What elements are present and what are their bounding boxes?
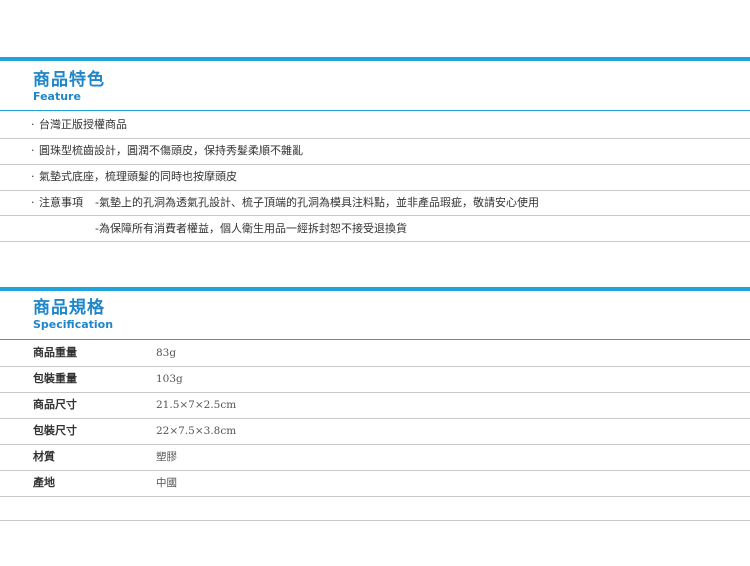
row-divider xyxy=(0,496,750,497)
feature-item: · 圓珠型梳齒設計，圓潤不傷頭皮，保持秀髮柔順不雜亂 xyxy=(0,138,750,164)
spec-value: 22×7.5×3.8cm xyxy=(156,425,237,437)
bullet-icon: · xyxy=(31,118,35,131)
section-bottom-divider xyxy=(0,520,750,521)
feature-top-bar xyxy=(0,57,750,61)
spec-label: 包裝重量 xyxy=(33,372,77,385)
spec-top-bar xyxy=(0,287,750,291)
bullet-icon: · xyxy=(31,170,35,183)
spec-row: 包裝重量 103g xyxy=(0,366,750,392)
bullet-icon: · xyxy=(31,144,35,157)
spec-value: 21.5×7×2.5cm xyxy=(156,399,237,411)
spec-header: 商品規格 Specification xyxy=(33,298,113,332)
feature-subtitle: Feature xyxy=(33,90,81,103)
bullet-icon: · xyxy=(31,196,35,209)
feature-item-text: 台灣正版授權商品 xyxy=(39,118,127,131)
spec-label: 材質 xyxy=(33,450,55,463)
spec-row: 商品重量 83g xyxy=(0,340,750,366)
spec-label: 商品尺寸 xyxy=(33,398,77,411)
spec-label: 商品重量 xyxy=(33,346,77,359)
feature-note-row: · 注意事項 -氣墊上的孔洞為透氣孔設計、梳子頂端的孔洞為模具注料點，並非產品瑕… xyxy=(0,190,750,216)
feature-note-row: -為保障所有消費者權益，個人衛生用品一經拆封恕不接受退換貨 xyxy=(0,216,750,242)
feature-item-text: 氣墊式底座，梳理頭髮的同時也按摩頭皮 xyxy=(39,170,237,183)
feature-item-text: 圓珠型梳齒設計，圓潤不傷頭皮，保持秀髮柔順不雜亂 xyxy=(39,144,303,157)
spec-label: 產地 xyxy=(33,476,55,489)
feature-header: 商品特色 Feature xyxy=(33,70,105,104)
spec-row: 包裝尺寸 22×7.5×3.8cm xyxy=(0,418,750,444)
spec-subtitle: Specification xyxy=(33,318,114,331)
spec-row: 商品尺寸 21.5×7×2.5cm xyxy=(0,392,750,418)
feature-item: · 台灣正版授權商品 xyxy=(0,112,750,138)
spec-value: 83g xyxy=(156,347,177,359)
note-text: -為保障所有消費者權益，個人衛生用品一經拆封恕不接受退換貨 xyxy=(95,222,407,235)
feature-title: 商品特色 xyxy=(33,70,105,90)
spec-row: 產地 中國 xyxy=(0,470,750,496)
spec-value: 中國 xyxy=(156,477,177,489)
note-text: -氣墊上的孔洞為透氣孔設計、梳子頂端的孔洞為模具注料點，並非產品瑕疵，敬請安心使… xyxy=(95,196,539,209)
note-label: 注意事項 xyxy=(39,196,83,209)
row-divider xyxy=(0,241,750,242)
spec-row: 材質 塑膠 xyxy=(0,444,750,470)
spec-value: 塑膠 xyxy=(156,451,177,463)
spec-title: 商品規格 xyxy=(33,298,105,318)
feature-item: · 氣墊式底座，梳理頭髮的同時也按摩頭皮 xyxy=(0,164,750,190)
spec-value: 103g xyxy=(156,373,183,385)
feature-header-divider xyxy=(0,110,750,111)
spec-label: 包裝尺寸 xyxy=(33,424,77,437)
